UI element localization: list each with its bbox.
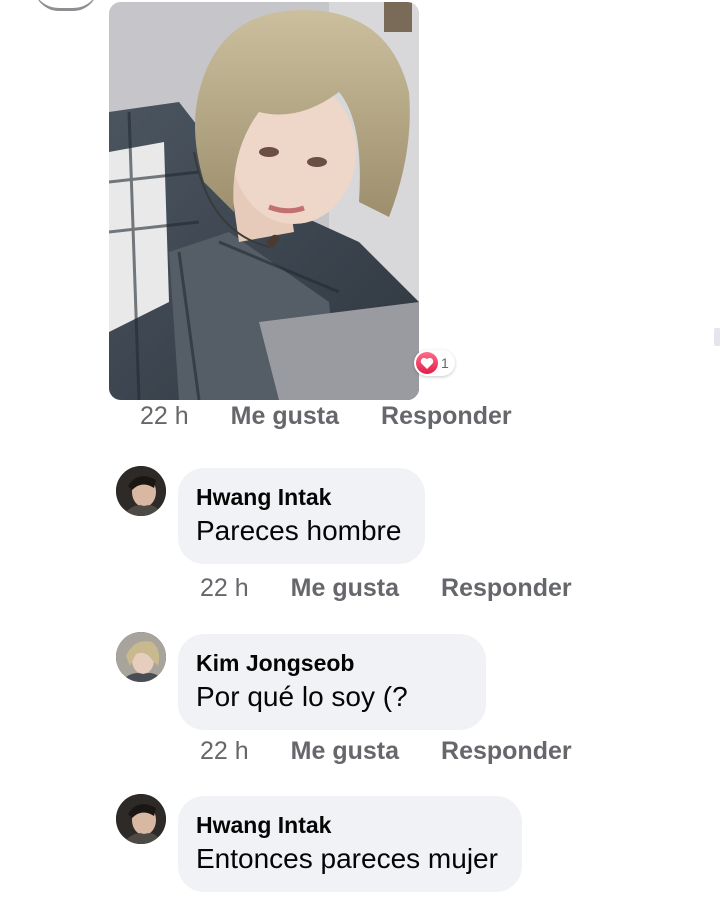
post-actions: 22 h Me gusta Responder (140, 402, 512, 431)
scroll-indicator (714, 328, 720, 346)
comment-text: Pareces hombre (196, 515, 402, 546)
comment-author[interactable]: Kim Jongseob (196, 648, 408, 678)
timestamp[interactable]: 22 h (200, 574, 249, 603)
avatar[interactable] (116, 794, 166, 844)
reply-button[interactable]: Responder (441, 737, 572, 766)
avatar[interactable] (116, 632, 166, 682)
comment-actions: 22 h Me gusta Responder (200, 574, 572, 603)
comment-text: Por qué lo soy (? (196, 681, 408, 712)
comment-photo[interactable] (109, 2, 419, 400)
comment-author[interactable]: Hwang Intak (196, 482, 401, 512)
reply-button[interactable]: Responder (441, 574, 572, 603)
like-button[interactable]: Me gusta (231, 402, 339, 431)
like-button[interactable]: Me gusta (291, 737, 399, 766)
comment-bubble: Kim Jongseob Por qué lo soy (? (178, 634, 486, 730)
reply-button[interactable]: Responder (381, 402, 512, 431)
comment-text: Entonces pareces mujer (196, 843, 498, 874)
like-button[interactable]: Me gusta (291, 574, 399, 603)
heart-icon (416, 352, 438, 374)
reaction-summary[interactable]: 1 (414, 350, 455, 376)
decorative-arc (34, 0, 98, 11)
comment-bubble: Hwang Intak Pareces hombre (178, 468, 426, 564)
comment-bubble: Hwang Intak Entonces pareces mujer (178, 796, 522, 892)
timestamp[interactable]: 22 h (200, 737, 249, 766)
comment-author[interactable]: Hwang Intak (196, 810, 498, 840)
photo-illustration (109, 2, 419, 400)
reaction-count: 1 (441, 355, 449, 371)
avatar[interactable] (116, 466, 166, 516)
timestamp[interactable]: 22 h (140, 402, 189, 431)
comment-actions: 22 h Me gusta Responder (200, 737, 572, 766)
